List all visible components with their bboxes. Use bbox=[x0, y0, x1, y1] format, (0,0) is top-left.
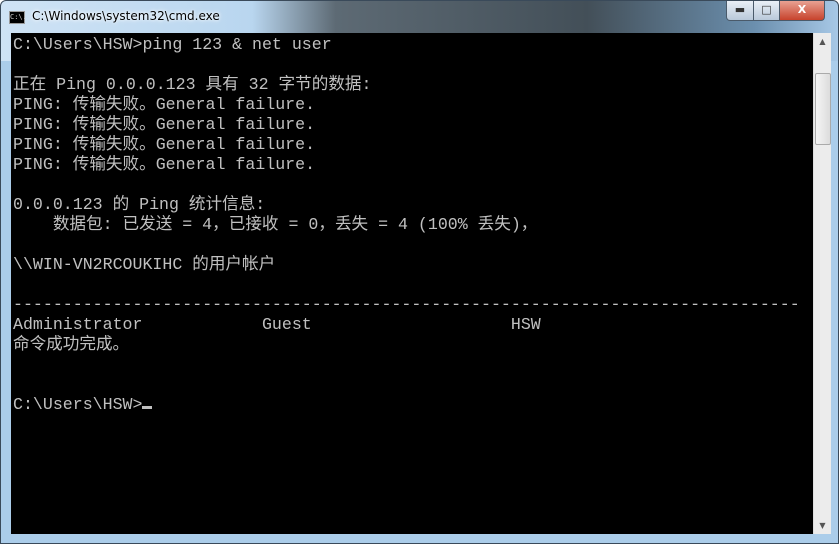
scroll-up-icon[interactable]: ▲ bbox=[814, 33, 831, 50]
vertical-scrollbar[interactable]: ▲ ▼ bbox=[813, 33, 831, 534]
console-line: 0.0.0.123 的 Ping 统计信息: bbox=[13, 195, 266, 214]
console-line: 命令成功完成。 bbox=[13, 335, 130, 354]
cmd-window: C:\. C:\Windows\system32\cmd.exe ▬ □ X C… bbox=[0, 0, 839, 544]
minimize-button[interactable]: ▬ bbox=[726, 1, 754, 21]
console-line: C:\Users\HSW> bbox=[13, 395, 800, 415]
close-button[interactable]: X bbox=[779, 1, 825, 21]
console-line: PING: 传输失败。General failure. bbox=[13, 155, 316, 174]
text-cursor bbox=[142, 406, 153, 409]
console-line: PING: 传输失败。General failure. bbox=[13, 115, 316, 134]
scroll-down-icon[interactable]: ▼ bbox=[814, 517, 831, 534]
console-lines: C:\Users\HSW>ping 123 & net user 正在 Ping … bbox=[13, 35, 800, 415]
console-line: \\WIN-VN2RCOUKIHC 的用户帐户 bbox=[13, 255, 276, 274]
cmd-icon[interactable]: C:\. bbox=[9, 11, 27, 24]
console-line: 正在 Ping 0.0.0.123 具有 32 字节的数据: bbox=[13, 75, 372, 94]
console-line: C:\Users\HSW>ping 123 & net user bbox=[13, 35, 332, 54]
console-line: Administrator Guest HSW bbox=[13, 315, 541, 334]
window-title: C:\Windows\system32\cmd.exe bbox=[32, 9, 220, 23]
console-line: PING: 传输失败。General failure. bbox=[13, 95, 316, 114]
console-line: ----------------------------------------… bbox=[13, 295, 800, 314]
console-line: 数据包: 已发送 = 4，已接收 = 0，丢失 = 4 (100% 丢失)， bbox=[13, 215, 538, 234]
maximize-button[interactable]: □ bbox=[753, 1, 780, 21]
scrollbar-thumb[interactable] bbox=[815, 73, 831, 145]
console-line: PING: 传输失败。General failure. bbox=[13, 135, 316, 154]
console-output[interactable]: C:\Users\HSW>ping 123 & net user 正在 Ping … bbox=[11, 33, 813, 534]
title-bar[interactable]: C:\. C:\Windows\system32\cmd.exe ▬ □ X bbox=[1, 1, 838, 33]
